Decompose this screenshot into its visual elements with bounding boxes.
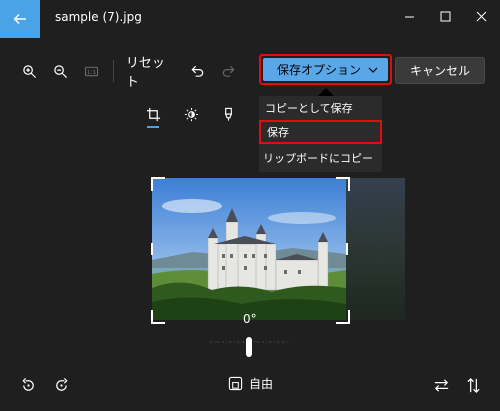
adjust-tool-button[interactable]: [181, 104, 201, 124]
crop-handle-top-right[interactable]: [336, 177, 350, 191]
minimize-button[interactable]: [394, 4, 424, 28]
aspect-ratio-button[interactable]: 自由: [228, 375, 273, 392]
rotate-left-button[interactable]: [15, 372, 41, 398]
crop-icon: [146, 107, 160, 121]
undo-icon: [191, 65, 204, 77]
flip-vertical-button[interactable]: [460, 372, 486, 398]
redo-icon: [222, 65, 235, 77]
actual-size-button[interactable]: 1:1: [76, 56, 107, 86]
rotation-angle-readout: 0°: [243, 312, 257, 326]
maximize-icon: [440, 11, 450, 21]
chevron-down-icon: [368, 67, 378, 73]
save-options-button[interactable]: 保存オプション: [263, 58, 388, 81]
crop-handle-bottom-left[interactable]: [151, 310, 165, 324]
window-title: sample (7).jpg: [55, 10, 142, 24]
minimize-icon: [404, 16, 414, 17]
rotate-right-button[interactable]: [48, 372, 74, 398]
menu-caret: [318, 88, 334, 96]
crop-handle-left[interactable]: [151, 243, 153, 255]
crop-tool-button[interactable]: [143, 104, 163, 124]
aspect-ratio-icon: [228, 376, 243, 391]
brightness-icon: [184, 107, 198, 121]
save-options-menu: コピーとして保存 保存 リップボードにコピー: [259, 96, 382, 172]
redo-button[interactable]: [213, 56, 244, 86]
photo-crop-region[interactable]: [152, 178, 346, 320]
crop-tool-active-indicator: [147, 126, 159, 128]
zoom-in-button[interactable]: [14, 56, 45, 86]
crop-handle-bottom-right[interactable]: [336, 310, 350, 324]
reset-button[interactable]: リセット: [120, 52, 182, 90]
close-button[interactable]: [466, 4, 496, 28]
save-options-button-highlight[interactable]: 保存オプション: [259, 54, 392, 85]
zoom-out-icon: [54, 64, 67, 78]
aspect-ratio-label: 自由: [249, 377, 274, 391]
back-arrow-icon: [13, 14, 26, 24]
menu-item-copy-to-clipboard[interactable]: リップボードにコピー: [257, 146, 382, 170]
flip-horizontal-icon: [434, 378, 448, 392]
rotate-right-icon: [55, 377, 68, 391]
rotation-slider-thumb[interactable]: [246, 337, 252, 357]
cancel-button[interactable]: キャンセル: [395, 57, 485, 84]
photo-image: [152, 178, 346, 320]
markup-tool-button[interactable]: [218, 104, 238, 124]
svg-text:1:1: 1:1: [87, 69, 96, 75]
menu-item-save[interactable]: 保存: [259, 120, 382, 144]
crop-handle-right[interactable]: [346, 243, 348, 255]
toolbar-divider: [112, 60, 114, 82]
menu-item-save-as-copy[interactable]: コピーとして保存: [259, 96, 382, 120]
flip-horizontal-button[interactable]: [428, 372, 454, 398]
flip-vertical-icon: [466, 377, 480, 393]
zoom-in-icon: [23, 64, 36, 78]
close-icon: [476, 11, 486, 21]
undo-button[interactable]: [182, 56, 213, 86]
actual-size-icon: 1:1: [84, 66, 98, 76]
save-options-label: 保存オプション: [277, 63, 362, 77]
back-button[interactable]: [0, 0, 40, 38]
crop-handle-top-left[interactable]: [151, 177, 165, 191]
rotate-left-icon: [21, 377, 34, 391]
view-toolbar: 1:1 リセット: [14, 56, 244, 90]
markup-icon: [224, 107, 232, 121]
maximize-button[interactable]: [430, 4, 460, 28]
zoom-out-button[interactable]: [45, 56, 76, 86]
